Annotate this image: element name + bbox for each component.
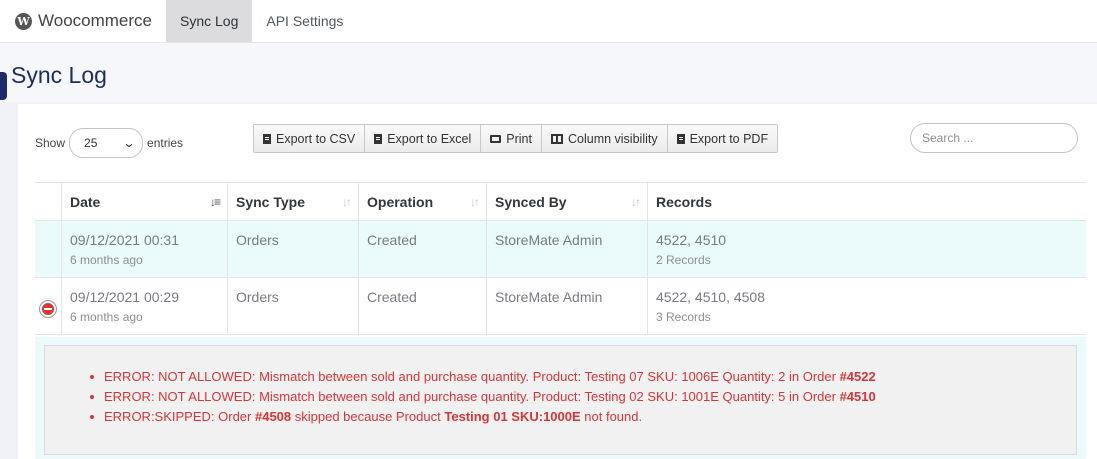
export-pdf-label: Export to PDF	[689, 131, 769, 146]
export-pdf-button[interactable]: Export to PDF	[667, 125, 778, 152]
sync-log-table: Date ↓≡ Sync Type ↓↑ Operation ↓↑ Synced…	[35, 182, 1086, 335]
error-item: ERROR:SKIPPED: Order #4508 skipped becau…	[90, 407, 876, 427]
column-header-operation[interactable]: Operation ↓↑	[359, 183, 487, 220]
error-message: ERROR: NOT ALLOWED: Mismatch between sol…	[104, 369, 840, 384]
operation-cell: Created	[359, 221, 487, 277]
file-csv-icon	[263, 133, 271, 144]
date-cell: 09/12/2021 00:31 6 months ago	[62, 221, 228, 277]
length-suffix: entries	[147, 136, 184, 150]
records-value: 4522, 4510, 4508	[656, 289, 765, 305]
order-number: #4510	[839, 389, 876, 404]
operation-value: Created	[367, 232, 417, 248]
sort-icon: ↓↑	[631, 195, 641, 209]
expand-column-header	[35, 183, 62, 220]
sync-type-cell: Orders	[228, 278, 359, 334]
records-cell: 4522, 4510 2 Records	[648, 221, 1086, 277]
brand[interactable]: W Woocommerce	[0, 0, 166, 42]
wordpress-icon: W	[15, 12, 32, 30]
export-buttons: Export to CSV Export to Excel Print Colu…	[253, 124, 779, 153]
column-visibility-button[interactable]: Column visibility	[541, 125, 668, 152]
export-excel-button[interactable]: Export to Excel	[365, 125, 482, 152]
error-message: ERROR: NOT ALLOWED: Mismatch between sol…	[104, 389, 840, 404]
records-value: 4522, 4510	[656, 232, 727, 248]
expand-cell	[35, 278, 62, 334]
operation-value: Created	[367, 289, 417, 305]
print-label: Print	[506, 131, 532, 146]
order-number: #4522	[839, 369, 876, 384]
column-header-date-label: Date	[70, 193, 101, 210]
print-button[interactable]: Print	[481, 125, 542, 152]
column-header-synced-by[interactable]: Synced By ↓↑	[487, 183, 648, 220]
sync-type-value: Orders	[236, 232, 279, 248]
relative-time: 6 months ago	[70, 253, 143, 267]
export-csv-label: Export to CSV	[276, 131, 356, 146]
table-row[interactable]: 09/12/2021 00:29 6 months ago Orders Cre…	[35, 278, 1086, 335]
file-excel-icon	[374, 133, 383, 144]
column-header-operation-label: Operation	[367, 193, 434, 210]
tab-sync-log[interactable]: Sync Log	[166, 0, 253, 42]
column-header-sync-type[interactable]: Sync Type ↓↑	[228, 183, 359, 220]
date-cell: 09/12/2021 00:29 6 months ago	[62, 278, 228, 334]
tab-api-settings[interactable]: API Settings	[252, 0, 357, 42]
column-header-records-label: Records	[656, 193, 713, 210]
records-count: 2 Records	[656, 253, 711, 267]
sort-desc-icon: ↓≡	[209, 195, 221, 209]
page-title: Sync Log	[11, 62, 107, 88]
chevron-down-icon: ⌄	[122, 136, 136, 150]
brand-label: Woocommerce	[38, 11, 152, 30]
operation-cell: Created	[359, 278, 487, 334]
column-header-date[interactable]: Date ↓≡	[62, 183, 228, 220]
row-details-panel: ERROR: NOT ALLOWED: Mismatch between sol…	[44, 345, 1077, 455]
column-header-sync-type-label: Sync Type	[236, 193, 305, 210]
top-navigation: W Woocommerce Sync Log API Settings	[0, 0, 1097, 43]
order-number: #4508	[254, 409, 292, 424]
entries-select-value: 25	[84, 136, 98, 150]
error-list: ERROR: NOT ALLOWED: Mismatch between sol…	[90, 367, 876, 427]
error-item: ERROR: NOT ALLOWED: Mismatch between sol…	[90, 367, 876, 387]
synced-by-value: StoreMate Admin	[495, 232, 603, 248]
error-item: ERROR: NOT ALLOWED: Mismatch between sol…	[90, 387, 876, 407]
sort-icon: ↓↑	[342, 195, 352, 209]
sync-type-cell: Orders	[228, 221, 359, 277]
collapse-row-icon[interactable]	[40, 301, 56, 317]
error-message: skipped because Product	[291, 409, 445, 424]
entries-select[interactable]: 25 ⌄	[69, 128, 144, 158]
records-cell: 4522, 4510, 4508 3 Records	[648, 278, 1086, 334]
column-header-synced-by-label: Synced By	[495, 193, 567, 210]
table-header-row: Date ↓≡ Sync Type ↓↑ Operation ↓↑ Synced…	[35, 183, 1086, 221]
date-value: 09/12/2021 00:31	[70, 232, 179, 248]
table-row[interactable]: 09/12/2021 00:31 6 months ago Orders Cre…	[35, 221, 1086, 278]
search-input[interactable]: Search ...	[910, 123, 1078, 153]
print-icon	[490, 134, 502, 143]
sort-icon: ↓↑	[470, 195, 480, 209]
export-csv-button[interactable]: Export to CSV	[254, 125, 366, 152]
export-excel-label: Export to Excel	[387, 131, 472, 146]
synced-by-value: StoreMate Admin	[495, 289, 603, 305]
date-value: 09/12/2021 00:29	[70, 289, 179, 305]
length-menu: Show 25 ⌄ entries	[35, 128, 183, 158]
product-sku: Testing 01 SKU:1000E	[444, 409, 581, 424]
page-header	[0, 43, 1097, 102]
synced-by-cell: StoreMate Admin	[487, 278, 648, 334]
synced-by-cell: StoreMate Admin	[487, 221, 648, 277]
column-header-records[interactable]: Records	[648, 183, 1086, 220]
expand-cell	[35, 221, 62, 277]
columns-icon	[550, 133, 563, 144]
file-pdf-icon	[676, 133, 685, 144]
relative-time: 6 months ago	[70, 310, 143, 324]
records-count: 3 Records	[656, 310, 711, 324]
error-message: not found.	[580, 409, 643, 424]
column-visibility-label: Column visibility	[567, 131, 658, 146]
error-message: ERROR:SKIPPED: Order	[104, 409, 255, 424]
sync-type-value: Orders	[236, 289, 279, 305]
length-prefix: Show	[35, 136, 66, 150]
sidebar-collapse-handle[interactable]	[0, 72, 7, 100]
